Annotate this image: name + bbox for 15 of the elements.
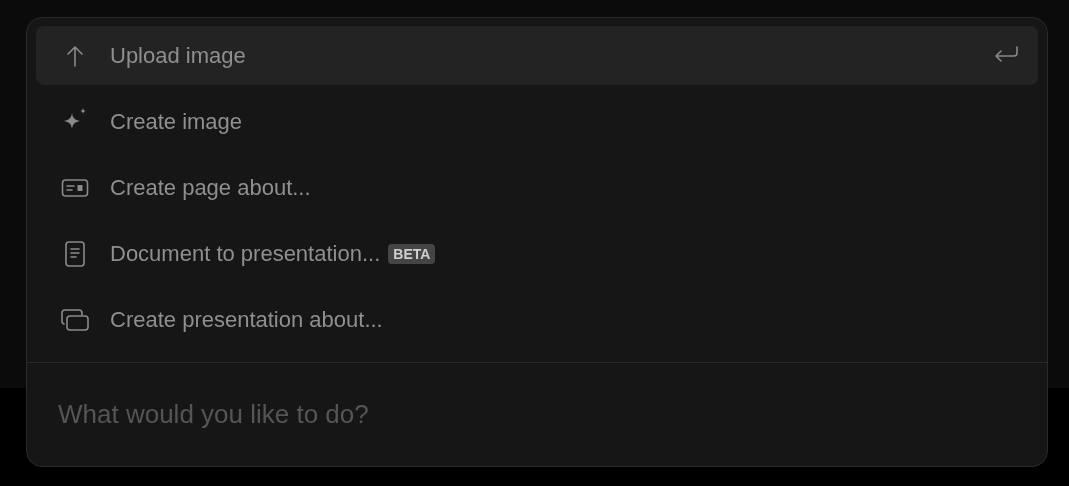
menu-item[interactable]: Create page about... <box>36 158 1038 217</box>
menu-item[interactable]: Create presentation about... <box>36 290 1038 349</box>
menu-item-label: Create presentation about... <box>110 306 383 334</box>
menu-item-label: Document to presentation... <box>110 240 381 268</box>
menu-item-label: Upload image <box>110 42 246 70</box>
menu-item-label: Create page about... <box>110 174 311 202</box>
document-icon <box>63 239 87 268</box>
menu-item[interactable]: Create image <box>36 92 1038 151</box>
menu-item-label: Create image <box>110 108 243 136</box>
prompt-input-field[interactable]: What would you like to do? <box>58 395 1016 434</box>
beta-badge: BETA <box>388 243 436 264</box>
card-icon <box>61 176 89 199</box>
menu-item[interactable]: Upload image <box>36 26 1038 85</box>
menu-item[interactable]: Document to presentation... BETA <box>36 224 1038 283</box>
stacked-windows-icon <box>60 306 90 333</box>
